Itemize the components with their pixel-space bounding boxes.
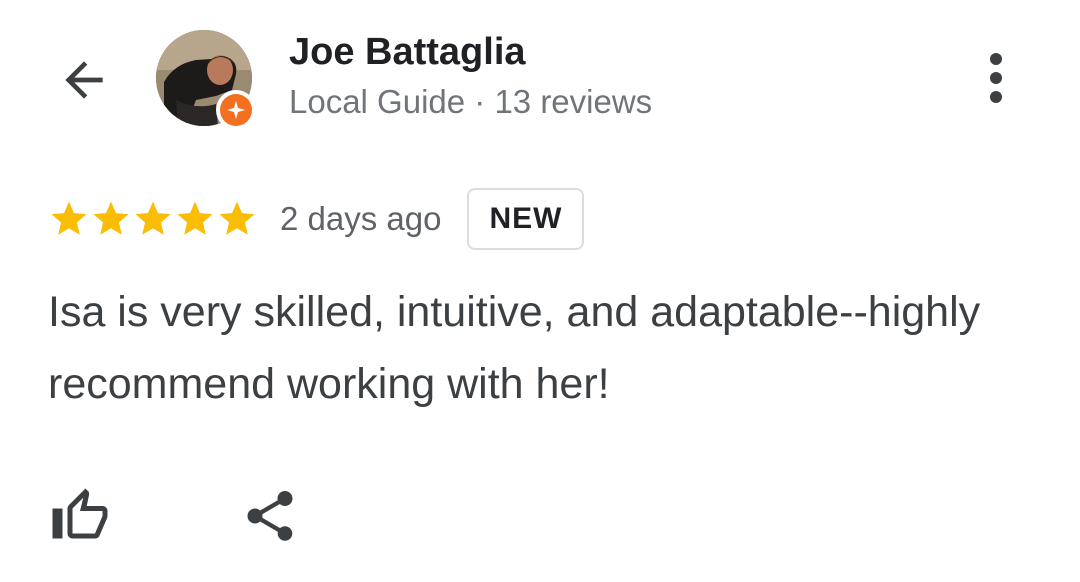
- like-button[interactable]: [44, 480, 116, 552]
- local-guide-badge: [216, 90, 256, 130]
- back-button[interactable]: [52, 48, 116, 112]
- author-avatar[interactable]: [156, 30, 256, 130]
- more-vertical-icon: [990, 53, 1002, 103]
- share-button[interactable]: [234, 480, 306, 552]
- author-name[interactable]: Joe Battaglia: [289, 28, 526, 76]
- star-icon: [93, 201, 129, 235]
- more-options-button[interactable]: [968, 46, 1024, 110]
- author-meta: Local Guide · 13 reviews: [289, 83, 653, 120]
- star-icon: [177, 201, 213, 235]
- rating-row: 2 days ago NEW: [48, 186, 585, 252]
- arrow-left-icon: [65, 61, 103, 99]
- star-icon: [51, 201, 87, 235]
- new-badge: NEW: [467, 188, 585, 250]
- share-icon: [247, 491, 293, 541]
- star-rating: [48, 198, 258, 240]
- review-text: Isa is very skilled, intuitive, and adap…: [48, 288, 981, 408]
- star-icon: [135, 201, 171, 235]
- thumb-up-icon: [52, 488, 108, 539]
- review-time: 2 days ago: [280, 200, 442, 237]
- local-guide-star-icon: [220, 94, 252, 126]
- star-icon: [219, 201, 255, 235]
